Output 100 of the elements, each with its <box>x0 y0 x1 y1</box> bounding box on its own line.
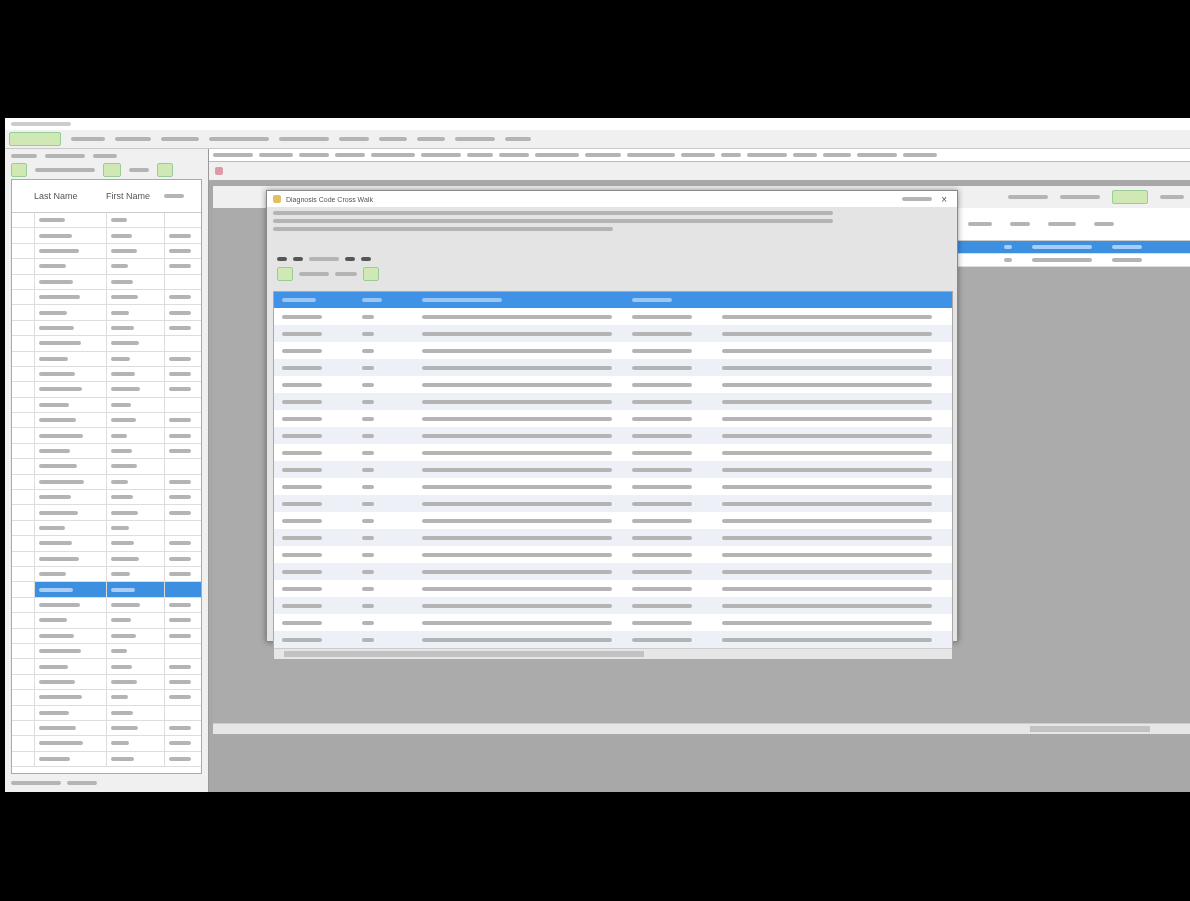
illegible-text <box>111 325 134 330</box>
toolbar-button[interactable] <box>103 163 121 177</box>
patient-row[interactable] <box>12 720 201 737</box>
illegible-text <box>627 153 675 157</box>
scrollbar[interactable] <box>213 723 1190 734</box>
patient-row[interactable] <box>12 228 201 244</box>
illegible-text <box>11 122 71 126</box>
illegible-text <box>169 372 191 377</box>
illegible-text <box>535 153 579 157</box>
illegible-text <box>169 726 191 731</box>
patient-row[interactable] <box>12 351 201 367</box>
patient-row[interactable] <box>12 582 201 598</box>
table-row[interactable] <box>274 461 952 478</box>
illegible-text <box>71 137 105 141</box>
patient-row[interactable] <box>12 520 201 537</box>
illegible-text <box>585 153 621 157</box>
illegible-text <box>169 356 191 361</box>
illegible-text <box>39 310 67 315</box>
illegible-text <box>362 586 374 591</box>
patient-row[interactable] <box>12 243 201 260</box>
patient-row[interactable] <box>12 674 201 691</box>
illegible-text <box>111 710 133 715</box>
illegible-text <box>39 218 65 223</box>
illegible-text <box>39 695 82 700</box>
illegible-text <box>111 602 140 607</box>
patient-row[interactable] <box>12 751 201 768</box>
illegible-text <box>282 484 322 489</box>
table-row[interactable] <box>274 325 952 342</box>
illegible-text <box>111 449 132 454</box>
patient-row[interactable] <box>12 459 201 475</box>
illegible-text <box>721 153 741 157</box>
patient-row[interactable] <box>12 382 201 398</box>
table-row[interactable] <box>274 359 952 376</box>
patient-row[interactable] <box>12 490 201 506</box>
patient-row[interactable] <box>12 613 201 629</box>
illegible-text <box>362 484 374 489</box>
illegible-text <box>362 535 374 540</box>
table-row[interactable] <box>274 495 952 512</box>
toolbar-button[interactable] <box>11 163 27 177</box>
illegible-text <box>282 603 322 608</box>
patient-row[interactable] <box>12 366 201 383</box>
toolbar-button[interactable] <box>363 267 379 281</box>
patient-row[interactable] <box>12 413 201 429</box>
patient-row[interactable] <box>12 643 201 660</box>
illegible-text <box>111 510 138 515</box>
toolbar-button[interactable] <box>9 132 61 146</box>
patient-row[interactable] <box>12 305 201 321</box>
patient-row[interactable] <box>12 397 201 414</box>
illegible-text <box>111 526 129 530</box>
illegible-text <box>279 137 329 141</box>
patient-row[interactable] <box>12 690 201 706</box>
patient-row[interactable] <box>12 274 201 290</box>
patient-row[interactable] <box>12 443 201 460</box>
patient-row[interactable] <box>12 428 201 444</box>
patient-row[interactable] <box>12 536 201 552</box>
patient-row[interactable] <box>12 289 201 306</box>
table-row[interactable] <box>274 563 952 580</box>
patient-row[interactable] <box>12 736 201 752</box>
patient-row[interactable] <box>12 659 201 675</box>
toolbar-button[interactable] <box>157 163 173 177</box>
toolbar-button[interactable] <box>1112 190 1148 204</box>
patient-row[interactable] <box>12 320 201 337</box>
close-button[interactable]: × <box>937 193 951 205</box>
table-row[interactable] <box>274 393 952 410</box>
illegible-text <box>39 664 68 669</box>
patient-row[interactable] <box>12 705 201 721</box>
scrollbar[interactable] <box>274 648 952 659</box>
toolbar-button[interactable] <box>277 267 293 281</box>
illegible-text <box>169 633 191 638</box>
illegible-text <box>169 664 191 669</box>
illegible-text <box>417 137 445 141</box>
patient-row[interactable] <box>12 505 201 521</box>
table-row[interactable] <box>274 597 952 614</box>
column-header[interactable]: Last Name <box>34 191 106 201</box>
patient-row[interactable] <box>12 259 201 275</box>
illegible-text <box>299 272 329 276</box>
illegible-text <box>39 633 74 638</box>
patient-row[interactable] <box>12 213 201 229</box>
illegible-text <box>299 153 329 157</box>
illegible-text <box>169 264 191 269</box>
patient-row[interactable] <box>12 628 201 644</box>
illegible-text <box>169 679 191 684</box>
illegible-text <box>111 418 136 423</box>
table-row[interactable] <box>274 631 952 648</box>
illegible-text <box>362 433 374 438</box>
illegible-text <box>39 356 68 361</box>
column-header[interactable]: First Name <box>106 191 164 201</box>
table-row[interactable] <box>274 529 952 546</box>
illegible-text <box>169 741 191 746</box>
patient-row[interactable] <box>12 597 201 614</box>
illegible-text <box>282 620 322 625</box>
patient-row[interactable] <box>12 336 201 352</box>
table-row[interactable] <box>274 427 952 444</box>
illegible-text <box>39 402 69 407</box>
patient-row[interactable] <box>12 474 201 491</box>
illegible-text <box>309 257 339 261</box>
patient-row[interactable] <box>12 551 201 567</box>
illegible-text <box>371 153 415 157</box>
illegible-text <box>39 387 82 392</box>
illegible-text <box>169 618 191 623</box>
